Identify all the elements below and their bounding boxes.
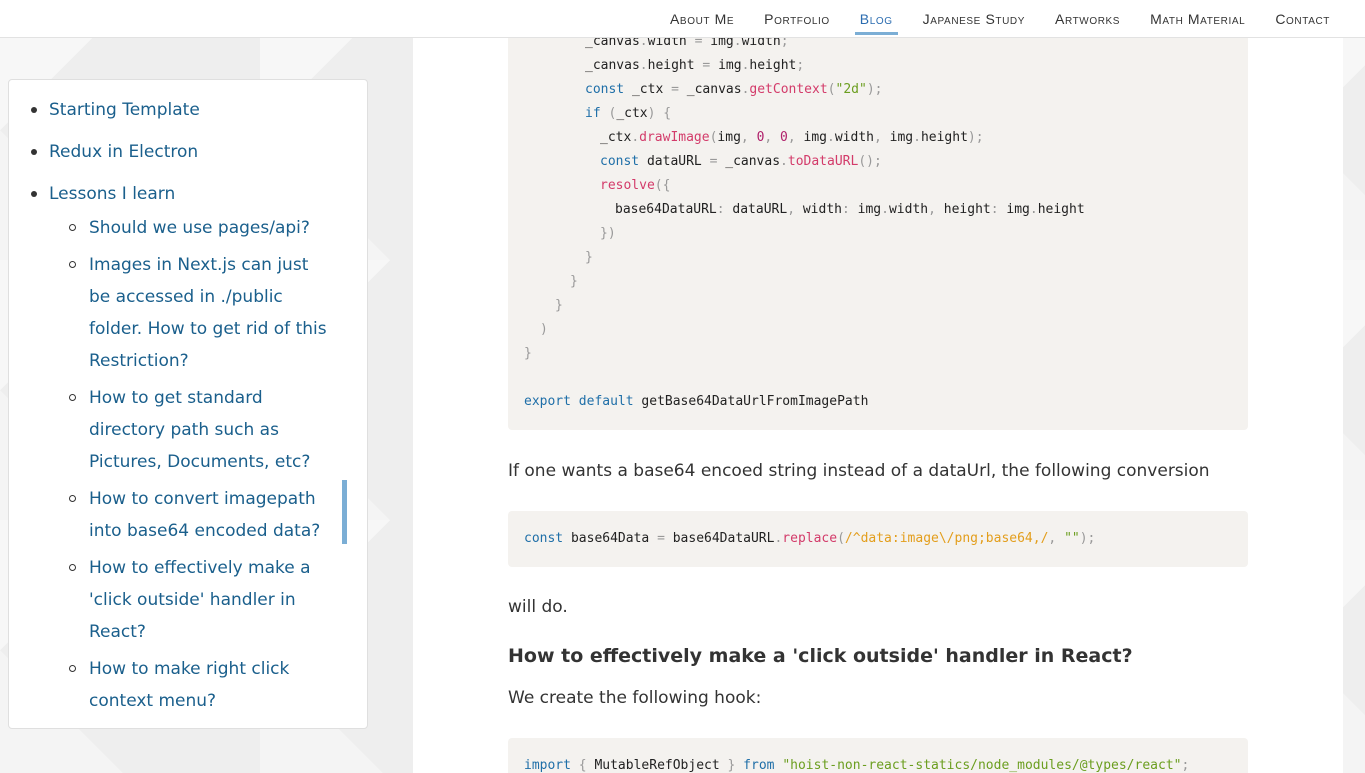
toc-sublist: Should we use pages/api? Images in Next.… bbox=[69, 212, 329, 717]
toc-list: Starting Template Redux in Electron Less… bbox=[31, 94, 349, 727]
code-line: export default getBase64DataUrlFromImage… bbox=[524, 394, 869, 409]
toc-item: Redux in Electron bbox=[31, 136, 349, 168]
code-line: _canvas.height = img.height; bbox=[585, 58, 805, 73]
toc-link-click-outside-handler[interactable]: How to effectively make a 'click outside… bbox=[89, 558, 311, 642]
section-heading: How to effectively make a 'click outside… bbox=[508, 645, 1133, 667]
nav-contact[interactable]: Contact bbox=[1260, 0, 1345, 38]
code-line: if (_ctx) { bbox=[585, 106, 672, 121]
nav-list: About Me Portfolio Blog Japanese Study A… bbox=[655, 0, 1345, 38]
nav-artworks[interactable]: Artworks bbox=[1040, 0, 1135, 38]
toc-link-images-public-folder[interactable]: Images in Next.js can just be accessed i… bbox=[89, 255, 327, 371]
paragraph: We create the following hook: bbox=[508, 688, 762, 708]
code-line: resolve({ bbox=[600, 178, 671, 193]
toc-link-starting-template[interactable]: Starting Template bbox=[49, 100, 200, 120]
toc-link-pages-api[interactable]: Should we use pages/api? bbox=[89, 218, 310, 238]
toc-link-lessons-i-learn[interactable]: Lessons I learn bbox=[49, 184, 175, 204]
nav-japanese-study[interactable]: Japanese Study bbox=[908, 0, 1040, 38]
circle-bullet-icon bbox=[69, 564, 76, 571]
code-line: const _ctx = _canvas.getContext("2d"); bbox=[585, 82, 883, 97]
toc-item: Lessons I learn Should we use pages/api?… bbox=[31, 178, 349, 717]
article-content: _canvas.width = img.width; _canvas.heigh… bbox=[413, 0, 1343, 773]
bullet-icon bbox=[31, 191, 37, 197]
toc-subitem: How to get standard directory path such … bbox=[69, 382, 329, 478]
circle-bullet-icon bbox=[69, 495, 76, 502]
top-navigation: About Me Portfolio Blog Japanese Study A… bbox=[0, 0, 1365, 38]
toc-link-right-click-context-menu[interactable]: How to make right click context menu? bbox=[89, 659, 289, 711]
code-line: } bbox=[555, 298, 563, 313]
circle-bullet-icon bbox=[69, 224, 76, 231]
code-line: const base64Data = base64DataURL.replace… bbox=[524, 531, 1096, 546]
nav-math-material[interactable]: Math Material bbox=[1135, 0, 1260, 38]
toc-subitem: Images in Next.js can just be accessed i… bbox=[69, 249, 329, 377]
toc-link-redux-in-electron[interactable]: Redux in Electron bbox=[49, 142, 198, 162]
code-block: const base64Data = base64DataURL.replace… bbox=[508, 511, 1248, 567]
code-line: } bbox=[524, 346, 532, 361]
toc-subitem: How to effectively make a 'click outside… bbox=[69, 552, 329, 648]
toc-subitem: Should we use pages/api? bbox=[69, 212, 329, 244]
circle-bullet-icon bbox=[69, 665, 76, 672]
bullet-icon bbox=[31, 149, 37, 155]
nav-about-me[interactable]: About Me bbox=[655, 0, 749, 38]
code-line: _ctx.drawImage(img, 0, 0, img.width, img… bbox=[600, 130, 984, 145]
toc-link-convert-imagepath-base64[interactable]: How to convert imagepath into base64 enc… bbox=[89, 489, 320, 541]
nav-portfolio[interactable]: Portfolio bbox=[749, 0, 845, 38]
paragraph: will do. bbox=[508, 597, 568, 617]
toc-subitem: How to make right click context menu? bbox=[69, 653, 329, 717]
paragraph: If one wants a base64 encoed string inst… bbox=[508, 461, 1210, 481]
circle-bullet-icon bbox=[69, 261, 76, 268]
code-block: import { MutableRefObject } from "hoist-… bbox=[508, 738, 1248, 773]
nav-blog[interactable]: Blog bbox=[845, 0, 908, 38]
code-line: } bbox=[570, 274, 578, 289]
code-line: import { MutableRefObject } from "hoist-… bbox=[524, 758, 1190, 773]
code-line: } bbox=[585, 250, 593, 265]
bullet-icon bbox=[31, 107, 37, 113]
code-line: ) bbox=[540, 322, 548, 337]
code-block: _canvas.width = img.width; _canvas.heigh… bbox=[508, 0, 1248, 430]
code-line: }) bbox=[600, 226, 616, 241]
circle-bullet-icon bbox=[69, 394, 76, 401]
code-line: base64DataURL: dataURL, width: img.width… bbox=[615, 202, 1085, 217]
code-line: const dataURL = _canvas.toDataURL(); bbox=[600, 154, 882, 169]
toc-active-indicator bbox=[342, 480, 347, 544]
toc-subitem: How to convert imagepath into base64 enc… bbox=[69, 483, 329, 547]
toc-link-standard-directory-path[interactable]: How to get standard directory path such … bbox=[89, 388, 310, 472]
table-of-contents: Starting Template Redux in Electron Less… bbox=[8, 79, 368, 729]
toc-item: Starting Template bbox=[31, 94, 349, 126]
